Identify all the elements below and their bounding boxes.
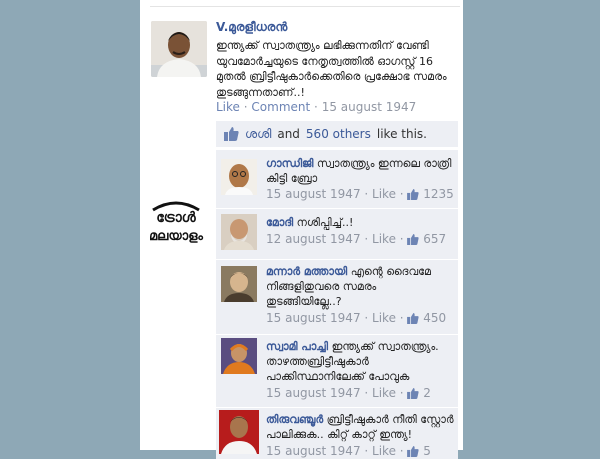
commenter-name[interactable]: ഗാന്ധിജി [266, 157, 313, 170]
logo-text-line1: ട്രോൾ [156, 210, 196, 226]
comment-meta: 15 august 1947 · Like · 2 [266, 386, 431, 400]
post-author-name[interactable]: V.മുരളീധരൻ [216, 20, 287, 35]
comment-like-link[interactable]: Like [372, 444, 396, 458]
separator: · [314, 100, 318, 114]
separator: · [243, 100, 248, 114]
liker-name[interactable]: ശശി [245, 127, 271, 142]
comment-timestamp[interactable]: 12 august 1947 [266, 232, 361, 246]
commenter-name[interactable]: മോദി [266, 216, 293, 229]
comment-like-count[interactable]: 1235 [423, 187, 454, 201]
commenter-avatar[interactable] [221, 266, 257, 302]
comment-timestamp[interactable]: 15 august 1947 [266, 311, 361, 325]
comment-item: മന്നാർ മത്തായി എന്റെ ദൈവമേ നിങ്ങളിതുവരെ … [216, 259, 458, 334]
comment-timestamp[interactable]: 15 august 1947 [266, 386, 361, 400]
commenter-avatar[interactable] [221, 159, 257, 195]
post-actions: Like · Comment · 15 august 1947 [216, 100, 416, 114]
commenter-avatar[interactable] [219, 410, 259, 454]
comment-meta: 15 august 1947 · Like · 1235 [266, 187, 454, 201]
comment-meta: 12 august 1947 · Like · 657 [266, 232, 447, 246]
commenter-name[interactable]: മന്നാർ മത്തായി [266, 265, 347, 278]
comment-list: ഗാന്ധിജി സ്വാതന്ത്ര്യം ഇന്നലെ രാത്രി കിട… [216, 149, 458, 459]
thumbs-up-icon [224, 127, 239, 141]
comment-like-link[interactable]: Like [372, 187, 396, 201]
comment-like-count[interactable]: 2 [423, 386, 431, 400]
comment-like-link[interactable]: Like [372, 311, 396, 325]
post-text: ഇന്ത്യക്ക് സ്വാതന്ത്ര്യം ലഭിക്കുന്നതിന് … [216, 39, 447, 99]
thumbs-up-icon [407, 189, 420, 200]
comment-body: മന്നാർ മത്തായി എന്റെ ദൈവമേ നിങ്ങളിതുവരെ … [266, 264, 454, 309]
thumbs-up-icon [407, 313, 420, 324]
comment-link[interactable]: Comment [251, 100, 310, 114]
comment-like-count[interactable]: 657 [423, 232, 446, 246]
others-link[interactable]: 560 others [306, 127, 371, 141]
comment-like-link[interactable]: Like [372, 232, 396, 246]
comment-like-count[interactable]: 450 [423, 311, 446, 325]
comment-like-link[interactable]: Like [372, 386, 396, 400]
comment-item: തിരുവഞ്ചൂർ ബ്രിട്ടീഷുകാർ നീതി സ്റ്റോർ പാ… [216, 407, 458, 459]
thumbs-up-icon [407, 388, 420, 399]
divider [150, 6, 460, 7]
post-timestamp[interactable]: 15 august 1947 [322, 100, 417, 114]
troll-malayalam-logo: ട്രോൾ മലയാളം [143, 196, 209, 252]
comment-body: തിരുവഞ്ചൂർ ബ്രിട്ടീഷുകാർ നീതി സ്റ്റോർ പാ… [266, 412, 454, 442]
commenter-avatar[interactable] [221, 214, 257, 250]
likes-suffix: like this. [376, 127, 427, 141]
thumbs-up-icon [407, 234, 420, 245]
comment-text: നശിപ്പിച്ച്..! [296, 216, 354, 229]
comment-meta: 15 august 1947 · Like · 450 [266, 311, 447, 325]
comment-item: മോദി നശിപ്പിച്ച്..! 12 august 1947 · Lik… [216, 208, 458, 259]
commenter-avatar[interactable] [221, 338, 257, 374]
commenter-name[interactable]: തിരുവഞ്ചൂർ [266, 413, 323, 426]
author-profile-photo[interactable] [151, 21, 207, 77]
logo-text-line2: മലയാളം [149, 229, 203, 244]
comment-meta: 15 august 1947 · Like · 5 [266, 444, 431, 458]
comment-item: സ്വാമി പാച്ചി ഇന്ത്യക്ക് സ്വാതന്ത്ര്യം. … [216, 334, 458, 407]
comment-like-count[interactable]: 5 [423, 444, 431, 458]
likes-summary: ശശി and 560 others like this. [216, 121, 458, 147]
comment-body: സ്വാമി പാച്ചി ഇന്ത്യക്ക് സ്വാതന്ത്ര്യം. … [266, 339, 454, 384]
likes-and-text: and [277, 127, 300, 141]
like-link[interactable]: Like [216, 100, 240, 114]
comment-item: ഗാന്ധിജി സ്വാതന്ത്ര്യം ഇന്നലെ രാത്രി കിട… [216, 149, 458, 208]
comment-timestamp[interactable]: 15 august 1947 [266, 444, 361, 458]
thumbs-up-icon [407, 446, 420, 457]
commenter-name[interactable]: സ്വാമി പാച്ചി [266, 340, 328, 353]
comment-body: ഗാന്ധിജി സ്വാതന്ത്ര്യം ഇന്നലെ രാത്രി കിട… [266, 156, 454, 186]
comment-body: മോദി നശിപ്പിച്ച്..! [266, 215, 454, 230]
comment-timestamp[interactable]: 15 august 1947 [266, 187, 361, 201]
